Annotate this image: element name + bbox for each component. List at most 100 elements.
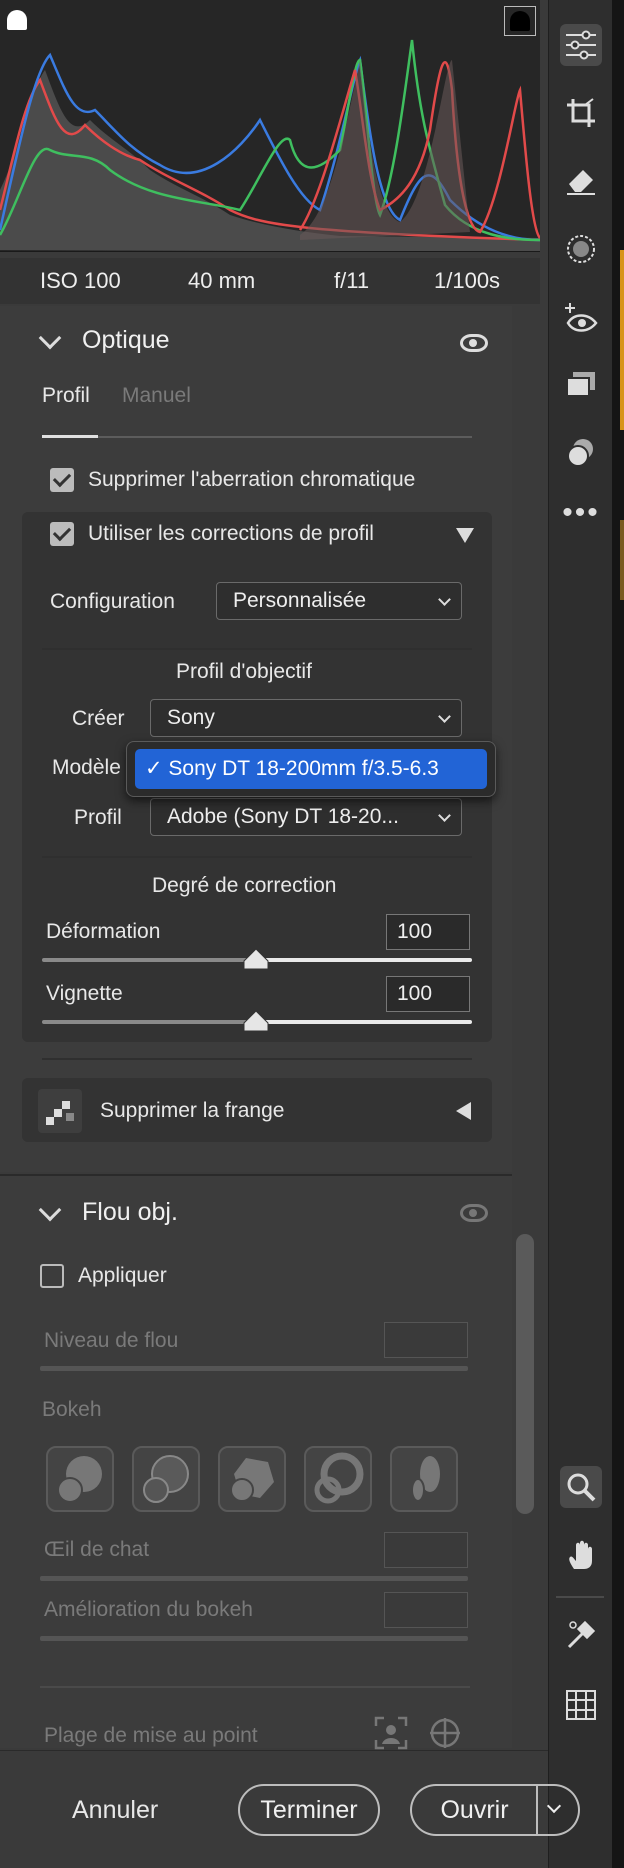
zoom-icon <box>567 1473 596 1502</box>
vignette-input[interactable]: 100 <box>386 976 470 1012</box>
cancel-button[interactable]: Annuler <box>72 1796 158 1825</box>
histogram-graph <box>0 39 540 251</box>
open-button[interactable]: Ouvrir <box>410 1784 538 1836</box>
divider <box>42 1058 472 1060</box>
distortion-slider-thumb[interactable] <box>243 948 269 970</box>
snapshot-icon <box>567 439 593 467</box>
bokeh-cats-eye-button[interactable] <box>390 1446 458 1512</box>
canvas-stripe <box>620 520 624 600</box>
eye-icon[interactable] <box>460 334 488 352</box>
crop-tool-button[interactable] <box>560 92 602 134</box>
distortion-input[interactable]: 100 <box>386 914 470 950</box>
tool-strip <box>548 0 612 1868</box>
canvas-edge <box>612 0 624 1868</box>
vignette-slider-thumb[interactable] <box>243 1010 269 1032</box>
sliders-icon <box>566 30 596 60</box>
correction-heading: Degré de correction <box>152 874 337 897</box>
make-select[interactable]: Sony <box>150 699 462 737</box>
bokeh-blade-icon <box>230 1458 274 1502</box>
cats-eye-input[interactable] <box>384 1532 468 1568</box>
shadow-clipping-toggle[interactable] <box>2 6 34 36</box>
canvas-stripe <box>620 250 624 430</box>
distortion-track-right <box>256 958 472 962</box>
snapshots-tool-button[interactable] <box>560 432 602 474</box>
tab-underline <box>42 436 472 438</box>
exif-iso: ISO 100 <box>40 268 121 293</box>
hand-tool-button[interactable] <box>560 1534 602 1576</box>
eraser-icon <box>567 170 595 195</box>
bokeh-blade-button[interactable] <box>218 1446 286 1512</box>
chevron-down-icon <box>438 593 451 606</box>
hand-icon <box>569 1540 592 1569</box>
model-label: Modèle <box>52 756 121 779</box>
subject-focus-icon[interactable] <box>374 1716 408 1750</box>
bokeh-boost-label: Amélioration du bokeh <box>44 1598 253 1621</box>
blur-amount-input[interactable] <box>384 1322 468 1358</box>
defringe-icon <box>38 1089 82 1133</box>
bokeh-bubble-button[interactable] <box>132 1446 200 1512</box>
tab-profile[interactable]: Profil <box>42 384 90 408</box>
configuration-value: Personnalisée <box>233 589 367 612</box>
panel-scrollbar[interactable] <box>516 1234 534 1514</box>
done-button[interactable]: Terminer <box>238 1784 380 1836</box>
collapse-triangle-icon[interactable] <box>456 528 474 543</box>
model-dropdown-menu: ✓ Sony DT 18-200mm f/3.5-6.3 <box>126 741 496 797</box>
defringe-label: Supprimer la frange <box>100 1099 285 1122</box>
grid-overlay-button[interactable] <box>560 1684 602 1726</box>
target-focus-icon[interactable] <box>428 1716 462 1750</box>
color-sampler-button[interactable] <box>560 1614 602 1656</box>
red-eye-tool-button[interactable] <box>560 296 602 338</box>
presets-tool-button[interactable] <box>560 364 602 406</box>
optics-title: Optique <box>82 326 170 354</box>
exif-aperture: f/11 <box>334 268 370 293</box>
model-option-selected[interactable]: ✓ Sony DT 18-200mm f/3.5-6.3 <box>135 749 487 789</box>
remove-ca-checkbox[interactable] <box>50 468 74 492</box>
shadow-clip-icon <box>7 10 27 30</box>
red-eye-icon <box>565 303 598 332</box>
use-profile-checkbox[interactable] <box>50 522 74 546</box>
bokeh-circle-button[interactable] <box>46 1446 114 1512</box>
vignette-label: Vignette <box>46 982 123 1005</box>
blur-amount-track[interactable] <box>40 1366 468 1371</box>
vignette-track-left <box>42 1020 256 1024</box>
bokeh-label: Bokeh <box>42 1398 102 1421</box>
divider <box>40 1686 470 1688</box>
bokeh-cats-eye-icon <box>411 1456 440 1502</box>
crop-icon <box>567 98 595 127</box>
profile-select[interactable]: Adobe (Sony DT 18-20... <box>150 798 462 836</box>
optics-section-header[interactable]: Optique <box>38 326 170 355</box>
edit-tool-button[interactable] <box>560 24 602 66</box>
lens-blur-title: Flou obj. <box>82 1198 178 1226</box>
chevron-down-icon <box>438 809 451 822</box>
cats-eye-track[interactable] <box>40 1576 468 1581</box>
exif-bar: ISO 100 40 mm f/11 1/100s <box>0 258 540 304</box>
remove-tool-button[interactable] <box>560 160 602 202</box>
highlight-clipping-toggle[interactable] <box>504 6 536 36</box>
bokeh-bubble-icon <box>143 1455 189 1503</box>
expand-triangle-icon[interactable] <box>456 1102 471 1120</box>
chevron-down-icon <box>38 1198 62 1221</box>
distortion-track-left <box>42 958 256 962</box>
bokeh-boost-input[interactable] <box>384 1592 468 1628</box>
remove-ca-label: Supprimer l'aberration chromatique <box>88 468 416 491</box>
bokeh-circle-icon <box>57 1456 102 1503</box>
exif-focal-length: 40 mm <box>188 268 256 293</box>
mask-icon <box>567 235 595 263</box>
chevron-down-icon <box>438 710 451 723</box>
tab-manual[interactable]: Manuel <box>122 384 191 408</box>
zoom-tool-button[interactable] <box>560 1466 602 1508</box>
bokeh-boost-track[interactable] <box>40 1636 468 1641</box>
configuration-label: Configuration <box>50 590 175 613</box>
vignette-track-right <box>256 1020 472 1024</box>
apply-blur-checkbox[interactable] <box>40 1264 64 1288</box>
lens-blur-section-header[interactable]: Flou obj. <box>38 1198 178 1227</box>
profile-value: Adobe (Sony DT 18-20... <box>167 805 399 828</box>
eye-icon[interactable] <box>460 1204 488 1222</box>
configuration-select[interactable]: Personnalisée <box>216 582 462 620</box>
more-tools-button[interactable]: ••• <box>560 492 602 534</box>
toolbar-divider <box>556 1596 604 1598</box>
mask-tool-button[interactable] <box>560 228 602 270</box>
bokeh-ring-button[interactable] <box>304 1446 372 1512</box>
apply-blur-label: Appliquer <box>78 1264 167 1287</box>
chevron-down-icon <box>546 1798 562 1814</box>
